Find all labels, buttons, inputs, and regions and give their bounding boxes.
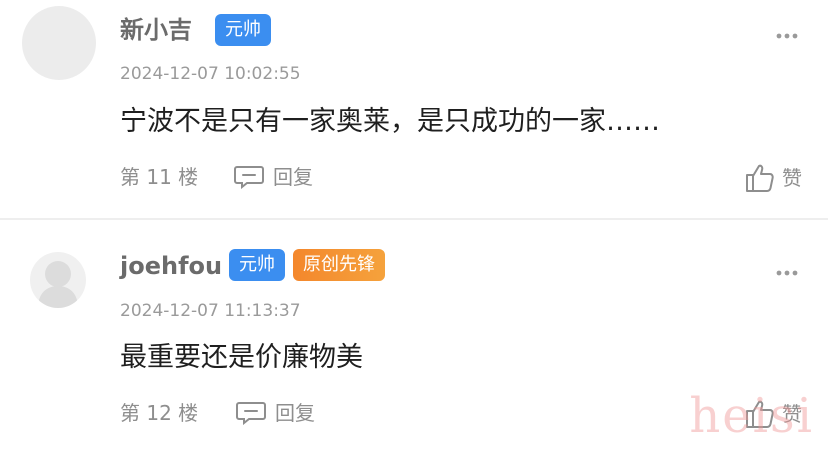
avatar[interactable] — [30, 252, 86, 308]
timestamp: 2024-12-07 11:13:37 — [120, 301, 301, 321]
username[interactable]: 新小吉 — [120, 14, 192, 46]
badge-list: 元帅 原创先锋 — [229, 249, 385, 281]
reply-button[interactable]: 回复 — [233, 164, 313, 190]
comment-text: 宁波不是只有一家奥莱，是只成功的一家…… — [120, 106, 660, 137]
rank-badge: 元帅 — [229, 249, 285, 281]
rank-badge: 元帅 — [215, 14, 271, 46]
like-label: 赞 — [782, 166, 802, 190]
comment-divider — [0, 218, 828, 220]
floor-number: 第 11 楼 — [120, 165, 199, 189]
floor-number: 第 12 楼 — [120, 401, 199, 425]
timestamp: 2024-12-07 10:02:55 — [120, 64, 301, 84]
reply-label: 回复 — [275, 401, 315, 425]
more-dots-icon — [776, 33, 798, 39]
original-pioneer-badge: 原创先锋 — [293, 249, 385, 281]
more-button[interactable] — [776, 25, 798, 39]
comment-bubble-icon — [236, 402, 266, 425]
username[interactable]: joehfou — [120, 250, 222, 282]
more-button[interactable] — [776, 262, 798, 276]
default-user-icon — [38, 261, 78, 308]
comment-text: 最重要还是价廉物美 — [120, 342, 363, 373]
comment-item: 新小吉 元帅 2024-12-07 10:02:55 宁波不是只有一家奥莱，是只… — [0, 0, 828, 218]
more-dots-icon — [776, 270, 798, 276]
badge-list: 元帅 — [215, 14, 271, 46]
reply-button[interactable]: 回复 — [235, 400, 315, 426]
thumbs-up-icon — [746, 164, 774, 192]
watermark: heisi — [689, 388, 814, 444]
like-button[interactable]: 赞 — [744, 162, 802, 194]
reply-label: 回复 — [273, 165, 313, 189]
comment-bubble-icon — [234, 166, 264, 189]
avatar[interactable] — [22, 6, 96, 80]
